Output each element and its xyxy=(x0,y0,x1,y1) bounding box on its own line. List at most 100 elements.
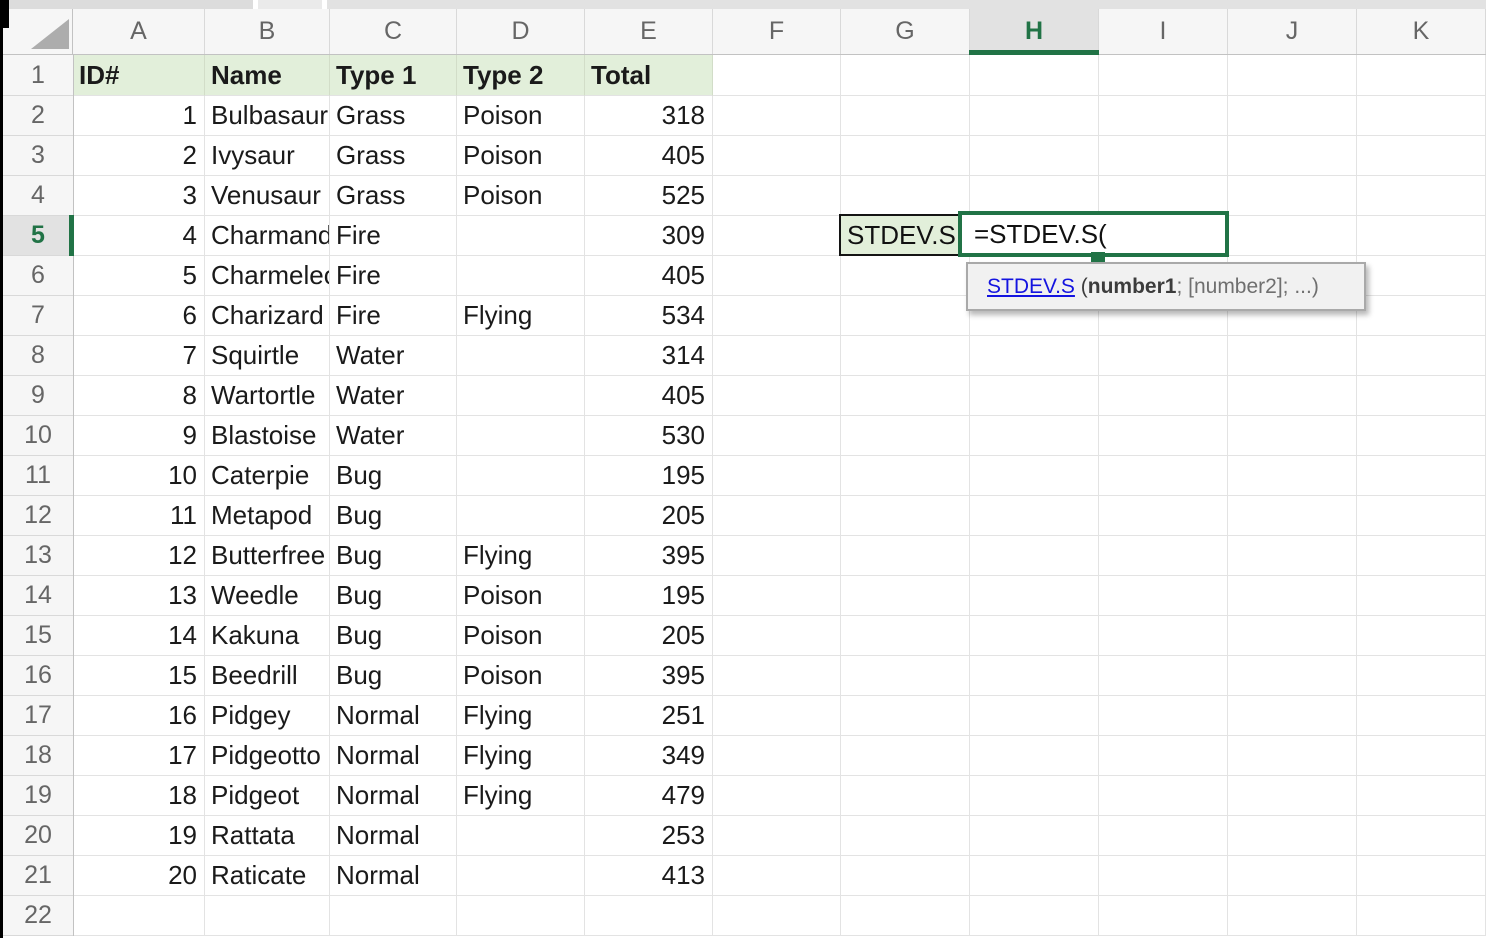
cell-K10[interactable] xyxy=(1357,416,1486,456)
cell-F4[interactable] xyxy=(713,176,841,216)
cell-H12[interactable] xyxy=(970,496,1099,536)
row-header-19[interactable]: 19 xyxy=(3,776,73,816)
cell-D8[interactable] xyxy=(457,336,585,376)
cell-I3[interactable] xyxy=(1099,136,1228,176)
cell-E14[interactable]: 195 xyxy=(585,576,713,616)
cell-I13[interactable] xyxy=(1099,536,1228,576)
cell-G9[interactable] xyxy=(841,376,970,416)
cell-F2[interactable] xyxy=(713,96,841,136)
cell-D6[interactable] xyxy=(457,256,585,296)
column-header-D[interactable]: D xyxy=(457,9,585,54)
cell-A12[interactable]: 11 xyxy=(73,496,205,536)
cell-C2[interactable]: Grass xyxy=(330,96,457,136)
cell-E20[interactable]: 253 xyxy=(585,816,713,856)
cell-F14[interactable] xyxy=(713,576,841,616)
cell-H19[interactable] xyxy=(970,776,1099,816)
cell-G11[interactable] xyxy=(841,456,970,496)
cell-C17[interactable]: Normal xyxy=(330,696,457,736)
cell-C5[interactable]: Fire xyxy=(330,216,457,256)
cell-G12[interactable] xyxy=(841,496,970,536)
cell-E17[interactable]: 251 xyxy=(585,696,713,736)
column-header-J[interactable]: J xyxy=(1228,9,1357,54)
cell-J11[interactable] xyxy=(1228,456,1357,496)
cell-C10[interactable]: Water xyxy=(330,416,457,456)
cell-H14[interactable] xyxy=(970,576,1099,616)
cell-F20[interactable] xyxy=(713,816,841,856)
cell-D5[interactable] xyxy=(457,216,585,256)
cell-I8[interactable] xyxy=(1099,336,1228,376)
cell-F8[interactable] xyxy=(713,336,841,376)
cell-K14[interactable] xyxy=(1357,576,1486,616)
cell-D13[interactable]: Flying xyxy=(457,536,585,576)
cell-J9[interactable] xyxy=(1228,376,1357,416)
row-header-9[interactable]: 9 xyxy=(3,376,73,416)
cell-C20[interactable]: Normal xyxy=(330,816,457,856)
cell-I22[interactable] xyxy=(1099,896,1228,936)
cell-D4[interactable]: Poison xyxy=(457,176,585,216)
cell-B5[interactable]: Charmander xyxy=(205,216,330,256)
row-header-17[interactable]: 17 xyxy=(3,696,73,736)
cell-A9[interactable]: 8 xyxy=(73,376,205,416)
cell-D15[interactable]: Poison xyxy=(457,616,585,656)
cell-G22[interactable] xyxy=(841,896,970,936)
cell-E11[interactable]: 195 xyxy=(585,456,713,496)
cell-I1[interactable] xyxy=(1099,55,1228,96)
cell-K3[interactable] xyxy=(1357,136,1486,176)
cell-I19[interactable] xyxy=(1099,776,1228,816)
cell-B15[interactable]: Kakuna xyxy=(205,616,330,656)
cell-E3[interactable]: 405 xyxy=(585,136,713,176)
cell-H9[interactable] xyxy=(970,376,1099,416)
cell-E10[interactable]: 530 xyxy=(585,416,713,456)
cell-C19[interactable]: Normal xyxy=(330,776,457,816)
cell-A18[interactable]: 17 xyxy=(73,736,205,776)
cell-E15[interactable]: 205 xyxy=(585,616,713,656)
cell-G18[interactable] xyxy=(841,736,970,776)
row-header-4[interactable]: 4 xyxy=(3,176,73,216)
cell-K21[interactable] xyxy=(1357,856,1486,896)
cell-F7[interactable] xyxy=(713,296,841,336)
column-header-B[interactable]: B xyxy=(205,9,330,54)
cell-K13[interactable] xyxy=(1357,536,1486,576)
row-header-13[interactable]: 13 xyxy=(3,536,73,576)
cell-B21[interactable]: Raticate xyxy=(205,856,330,896)
cell-J4[interactable] xyxy=(1228,176,1357,216)
cell-J21[interactable] xyxy=(1228,856,1357,896)
cell-A21[interactable]: 20 xyxy=(73,856,205,896)
row-header-12[interactable]: 12 xyxy=(3,496,73,536)
cell-J14[interactable] xyxy=(1228,576,1357,616)
cell-G19[interactable] xyxy=(841,776,970,816)
row-header-1[interactable]: 1 xyxy=(3,55,73,96)
cell-F9[interactable] xyxy=(713,376,841,416)
cell-B20[interactable]: Rattata xyxy=(205,816,330,856)
cell-A2[interactable]: 1 xyxy=(73,96,205,136)
cell-A20[interactable]: 19 xyxy=(73,816,205,856)
column-header-E[interactable]: E xyxy=(585,9,713,54)
cell-K12[interactable] xyxy=(1357,496,1486,536)
cell-H17[interactable] xyxy=(970,696,1099,736)
cell-E16[interactable]: 395 xyxy=(585,656,713,696)
cell-K15[interactable] xyxy=(1357,616,1486,656)
cell-H3[interactable] xyxy=(970,136,1099,176)
cell-E9[interactable]: 405 xyxy=(585,376,713,416)
cell-K9[interactable] xyxy=(1357,376,1486,416)
cell-J8[interactable] xyxy=(1228,336,1357,376)
cell-B18[interactable]: Pidgeotto xyxy=(205,736,330,776)
cell-E18[interactable]: 349 xyxy=(585,736,713,776)
cell-G1[interactable] xyxy=(841,55,970,96)
cell-B6[interactable]: Charmeleon xyxy=(205,256,330,296)
cell-J16[interactable] xyxy=(1228,656,1357,696)
cell-D18[interactable]: Flying xyxy=(457,736,585,776)
cell-H22[interactable] xyxy=(970,896,1099,936)
cell-B7[interactable]: Charizard xyxy=(205,296,330,336)
cell-K22[interactable] xyxy=(1357,896,1486,936)
cell-B10[interactable]: Blastoise xyxy=(205,416,330,456)
cell-C13[interactable]: Bug xyxy=(330,536,457,576)
cell-H4[interactable] xyxy=(970,176,1099,216)
cell-G2[interactable] xyxy=(841,96,970,136)
cell-I10[interactable] xyxy=(1099,416,1228,456)
cell-F22[interactable] xyxy=(713,896,841,936)
cell-D19[interactable]: Flying xyxy=(457,776,585,816)
cell-H8[interactable] xyxy=(970,336,1099,376)
cell-F10[interactable] xyxy=(713,416,841,456)
cell-J5[interactable] xyxy=(1228,216,1357,256)
